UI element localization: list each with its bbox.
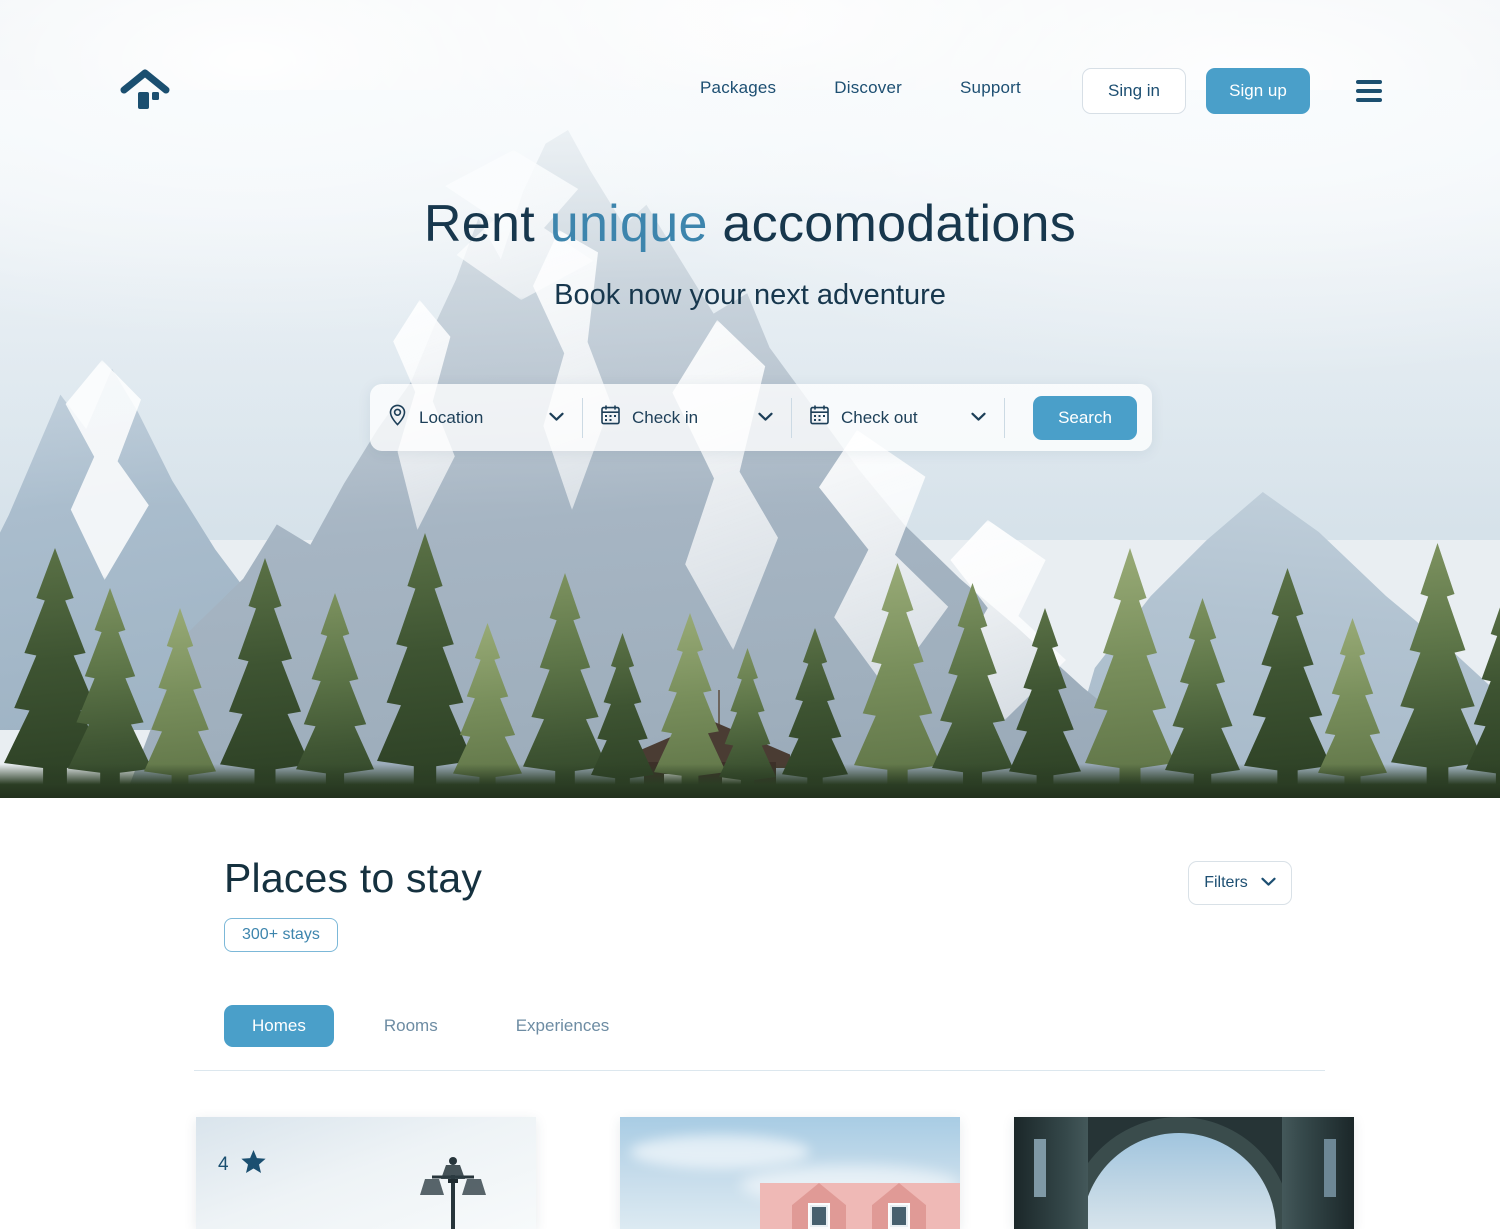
search-bar: Location Check in Check out Search: [370, 384, 1152, 451]
listings-section: Places to stay 300+ stays Filters Homes …: [0, 798, 1500, 1229]
card-photo-stone-arch: [1014, 1117, 1354, 1229]
hero-subtitle: Book now your next adventure: [554, 279, 946, 312]
tab-homes[interactable]: Homes: [224, 1005, 334, 1047]
stone-pillar-right: [1282, 1117, 1354, 1229]
hamburger-line: [1356, 98, 1382, 102]
nav-discover[interactable]: Discover: [834, 78, 902, 98]
listing-card-streetlamp[interactable]: 4: [196, 1117, 536, 1229]
listing-card-pink-house[interactable]: [620, 1117, 960, 1229]
rating-value: 4: [218, 1153, 229, 1175]
calendar-icon: [810, 405, 829, 430]
search-checkin-field[interactable]: Check in: [583, 397, 791, 439]
auth-buttons: Sing in Sign up: [1082, 68, 1310, 114]
cloud: [630, 1135, 810, 1169]
listing-card-stone-arch[interactable]: [1014, 1117, 1354, 1229]
house-logo-icon[interactable]: [120, 68, 170, 114]
page-title: Rent unique accomodations: [0, 195, 1500, 253]
pine-tree-band: [0, 468, 1500, 798]
chevron-down-icon: [1261, 874, 1276, 892]
chevron-down-icon[interactable]: [945, 409, 986, 427]
map-pin-icon: [388, 404, 407, 431]
hamburger-line: [1356, 89, 1382, 93]
card-rating: 4: [218, 1149, 267, 1180]
hero-title-part1: Rent: [423, 195, 550, 253]
section-title: Places to stay: [224, 855, 483, 901]
window: [808, 1203, 830, 1229]
hamburger-line: [1356, 80, 1382, 84]
pink-building: [760, 1183, 960, 1229]
stone-pillar-left: [1014, 1117, 1088, 1229]
nav-packages[interactable]: Packages: [700, 78, 776, 98]
chevron-down-icon[interactable]: [732, 409, 773, 427]
hero-title-accent: unique: [549, 195, 708, 253]
listing-tabs: Homes Rooms Experiences: [224, 1005, 637, 1047]
star-icon: [240, 1149, 267, 1180]
dormer-window: [872, 1183, 926, 1229]
chevron-down-icon[interactable]: [523, 409, 564, 427]
filters-label: Filters: [1204, 874, 1248, 891]
page-root: Rent unique accomodations Book now your …: [0, 0, 1500, 1229]
search-checkout-label: Check out: [841, 407, 918, 427]
listing-card-grid: 4: [0, 1117, 1500, 1229]
search-checkin-label: Check in: [632, 407, 699, 427]
sign-up-button[interactable]: Sign up: [1206, 68, 1310, 114]
window: [888, 1203, 910, 1229]
dormer-window: [792, 1183, 846, 1229]
card-photo-pink-house: [620, 1117, 960, 1229]
sign-in-button[interactable]: Sing in: [1082, 68, 1186, 114]
stone-arch-ring: [1066, 1117, 1292, 1229]
search-divider: [1004, 397, 1005, 438]
window-slit: [1034, 1139, 1046, 1197]
hamburger-menu-icon[interactable]: [1356, 80, 1382, 102]
search-checkout-field[interactable]: Check out: [792, 397, 1004, 439]
search-location-field[interactable]: Location: [370, 397, 582, 439]
stays-count-badge: 300+ stays: [224, 918, 338, 952]
hero-title-part2: accomodations: [707, 195, 1077, 253]
site-header: Packages Discover Support Sing in Sign u…: [0, 0, 1500, 150]
tab-experiences[interactable]: Experiences: [488, 1005, 638, 1047]
forest-floor: [0, 764, 1500, 798]
hero-text-block: Rent unique accomodations Book now your …: [0, 195, 1500, 312]
search-location-label: Location: [419, 407, 484, 427]
main-navigation: Packages Discover Support: [700, 78, 1021, 98]
tab-rooms[interactable]: Rooms: [356, 1005, 466, 1047]
search-button[interactable]: Search: [1033, 395, 1137, 440]
nav-support[interactable]: Support: [960, 78, 1021, 98]
filters-button[interactable]: Filters: [1188, 861, 1292, 905]
window-slit: [1324, 1139, 1336, 1197]
streetlamp-illustration: [418, 1153, 488, 1229]
calendar-icon: [601, 405, 620, 430]
tabs-divider: [194, 1070, 1325, 1071]
